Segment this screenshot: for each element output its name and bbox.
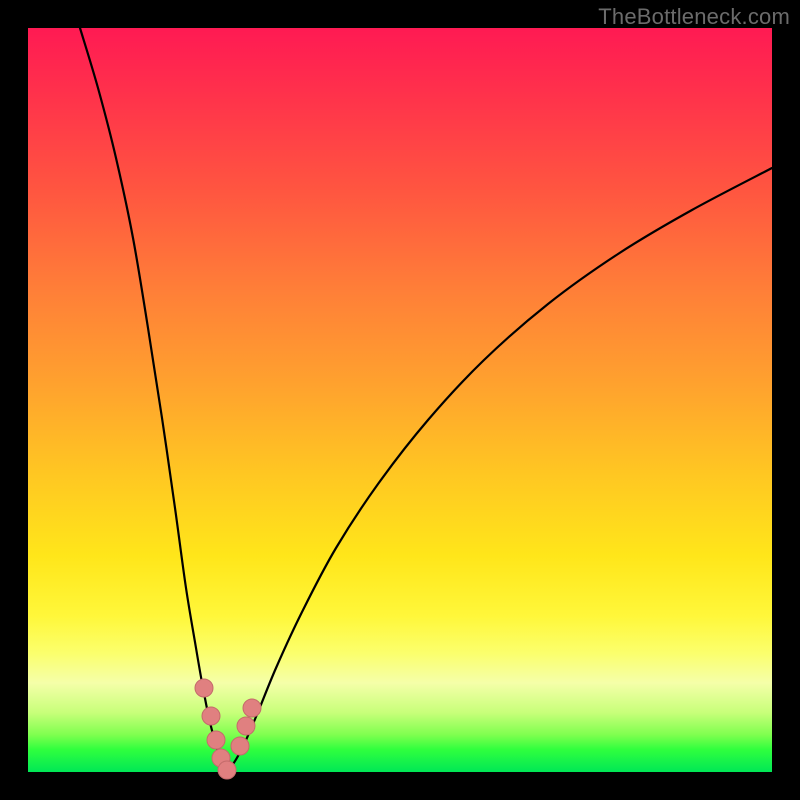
marker-dot	[243, 699, 261, 717]
marker-dot	[202, 707, 220, 725]
marker-cluster	[195, 679, 261, 779]
watermark-text: TheBottleneck.com	[598, 4, 790, 30]
marker-dot	[207, 731, 225, 749]
marker-dot	[218, 761, 236, 779]
marker-dot	[231, 737, 249, 755]
curve-svg	[28, 28, 772, 772]
marker-dot	[237, 717, 255, 735]
marker-dot	[195, 679, 213, 697]
bottleneck-curve	[80, 28, 772, 768]
outer-frame: TheBottleneck.com	[0, 0, 800, 800]
plot-area	[28, 28, 772, 772]
